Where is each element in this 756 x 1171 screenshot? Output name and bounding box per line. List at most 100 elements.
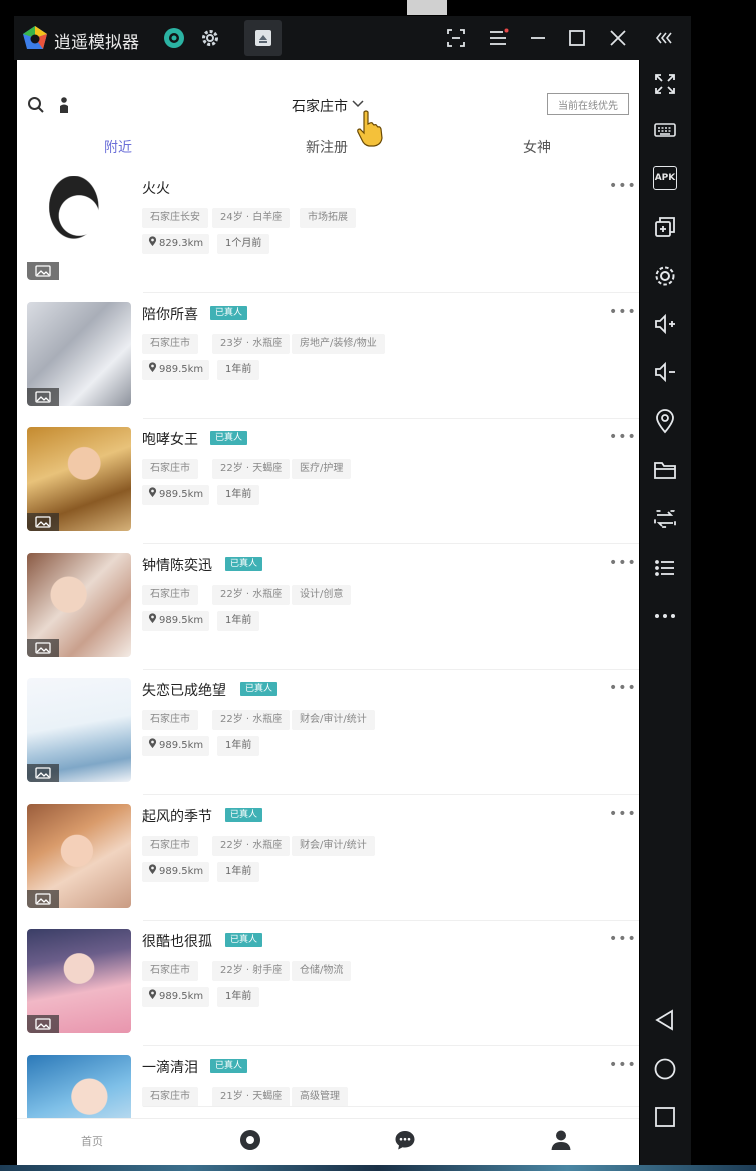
last-active-tag: 1年前 (217, 987, 260, 1007)
settings-icon[interactable] (649, 260, 681, 292)
user-row[interactable]: 陪你所喜 已真人 ••• 石家庄市 23岁 · 水瓶座 房地产/装修/物业 989.5km 1… (17, 294, 639, 419)
volume-down-icon[interactable] (649, 356, 681, 388)
minimize-icon[interactable] (524, 24, 552, 52)
user-photo[interactable] (27, 678, 131, 782)
distance-value: 989.5km (159, 363, 204, 375)
tab-bar: 附近 新注册 女神 (17, 133, 639, 163)
verified-badge: 已真人 (225, 556, 263, 571)
distance-tag: 989.5km (142, 485, 210, 505)
apk-icon[interactable]: APK (649, 162, 681, 194)
more-icon[interactable] (649, 600, 681, 632)
menu-icon[interactable] (484, 24, 512, 52)
more-options-icon[interactable]: ••• (609, 1057, 637, 1073)
city-selector[interactable]: 石家庄市 (292, 96, 348, 116)
photo-album-icon (27, 387, 59, 406)
nav-home[interactable]: 首页 (81, 1133, 103, 1149)
more-options-icon[interactable]: ••• (609, 680, 637, 696)
user-name: 火火 (142, 181, 170, 197)
user-row[interactable]: 很酷也很孤 已真人 ••• 石家庄市 22岁 · 射手座 仓储/物流 989.5km 1年前 (17, 921, 639, 1046)
gear-icon[interactable] (196, 24, 224, 52)
user-name: 失恋已成绝望 (142, 683, 226, 699)
more-options-icon[interactable]: ••• (609, 806, 637, 822)
maximize-icon[interactable] (563, 24, 591, 52)
more-options-icon[interactable]: ••• (609, 178, 637, 194)
location-pin-icon (148, 612, 159, 626)
chat-icon[interactable] (394, 1129, 416, 1151)
distance-tag: 829.3km (142, 234, 210, 254)
user-name: 陪你所喜 (142, 306, 198, 323)
keyboard-icon[interactable] (649, 114, 681, 146)
list-icon[interactable] (649, 552, 681, 584)
person-icon[interactable] (57, 96, 71, 114)
window-drag-handle[interactable] (407, 0, 447, 15)
user-photo[interactable] (27, 552, 131, 657)
age-zodiac-tag: 22岁 · 天蝎座 (212, 459, 291, 479)
more-options-icon[interactable]: ••• (609, 429, 637, 445)
user-row[interactable]: 一滴清泪 已真人 ••• 石家庄市 21岁 · 天蝎座 高级管理 (17, 1047, 639, 1159)
more-options-icon[interactable]: ••• (609, 304, 637, 320)
last-active-tag: 1年前 (217, 485, 260, 505)
desktop-wallpaper-strip (0, 1165, 756, 1171)
city-tag: 石家庄市 (142, 835, 198, 856)
close-icon[interactable] (604, 24, 632, 52)
user-photo[interactable] (27, 301, 131, 406)
user-row[interactable]: 起风的季节 已真人 ••• 石家庄市 22岁 · 水瓶座 财会/审计/统计 989.5km 1… (17, 796, 639, 921)
tab-nearby[interactable]: 附近 (104, 137, 132, 157)
location-icon[interactable] (649, 405, 681, 437)
profession-tag: 设计/创意 (292, 584, 352, 605)
multi-window-icon[interactable] (649, 211, 681, 243)
user-photo[interactable] (27, 176, 131, 280)
profession-tag: 财会/审计/统计 (292, 710, 375, 730)
user-row[interactable]: 火火 ••• 石家庄长安 24岁 · 白羊座 市场拓展 829.3km 1个月前 (17, 168, 639, 293)
distance-tag: 989.5km (142, 987, 210, 1007)
app-screen: 石家庄市 当前在线优先 附近 新注册 女神 火火 ••• 石家庄长安 24岁 · 白羊… (17, 60, 639, 1165)
folder-icon[interactable] (649, 454, 681, 486)
profile-icon[interactable] (550, 1129, 572, 1151)
city-tag: 石家庄市 (142, 333, 198, 354)
more-options-icon[interactable]: ••• (609, 931, 637, 947)
last-active-tag: 1个月前 (217, 234, 270, 254)
screenshot-icon[interactable] (442, 24, 470, 52)
verified-badge: 已真人 (240, 682, 278, 696)
tab-new-registered[interactable]: 新注册 (306, 137, 348, 157)
profession-tag: 财会/审计/统计 (292, 835, 375, 856)
user-row[interactable]: 咆哮女王 已真人 ••• 石家庄市 22岁 · 天蝎座 医疗/护理 989.5km 1年前 (17, 419, 639, 544)
photo-album-icon (27, 513, 59, 531)
user-row[interactable]: 钟情陈奕迅 已真人 ••• 石家庄市 22岁 · 水瓶座 设计/创意 989.5km 1年前 (17, 545, 639, 670)
age-zodiac-tag: 22岁 · 水瓶座 (212, 710, 291, 730)
user-name: 起风的季节 (142, 808, 212, 825)
record-icon[interactable] (160, 24, 188, 52)
row-divider (143, 1105, 639, 1107)
city-tag: 石家庄市 (142, 459, 198, 479)
volume-up-icon[interactable] (649, 308, 681, 340)
location-pin-icon (148, 361, 159, 375)
distance-value: 989.5km (159, 740, 204, 751)
user-name: 咆哮女王 (142, 432, 198, 448)
rotate-icon[interactable] (649, 503, 681, 535)
tab-goddess[interactable]: 女神 (523, 137, 551, 157)
collapse-icon[interactable] (651, 24, 679, 52)
distance-value: 989.5km (159, 489, 204, 500)
verified-badge: 已真人 (210, 431, 248, 445)
photo-album-icon (27, 638, 59, 657)
back-icon[interactable] (649, 1004, 681, 1036)
more-options-icon[interactable]: ••• (609, 555, 637, 571)
user-photo[interactable] (27, 803, 131, 908)
user-row[interactable]: 失恋已成绝望 已真人 ••• 石家庄市 22岁 · 水瓶座 财会/审计/统计 989.5km… (17, 670, 639, 795)
user-photo[interactable] (27, 929, 131, 1033)
location-pin-icon (148, 863, 159, 877)
app-tab-icon[interactable] (249, 24, 277, 52)
city-tag: 石家庄长安 (142, 208, 208, 228)
profession-tag: 房地产/装修/物业 (292, 333, 385, 354)
city-tag: 石家庄市 (142, 584, 198, 605)
photo-album-icon (27, 1015, 59, 1033)
online-priority-button[interactable]: 当前在线优先 (547, 93, 629, 115)
recents-icon[interactable] (649, 1101, 681, 1133)
age-zodiac-tag: 23岁 · 水瓶座 (212, 333, 291, 354)
fullscreen-icon[interactable] (649, 68, 681, 100)
user-photo[interactable] (27, 427, 131, 531)
home-icon[interactable] (649, 1053, 681, 1085)
discover-icon[interactable] (239, 1129, 261, 1151)
search-icon[interactable] (27, 96, 45, 114)
last-active-tag: 1年前 (217, 861, 260, 882)
